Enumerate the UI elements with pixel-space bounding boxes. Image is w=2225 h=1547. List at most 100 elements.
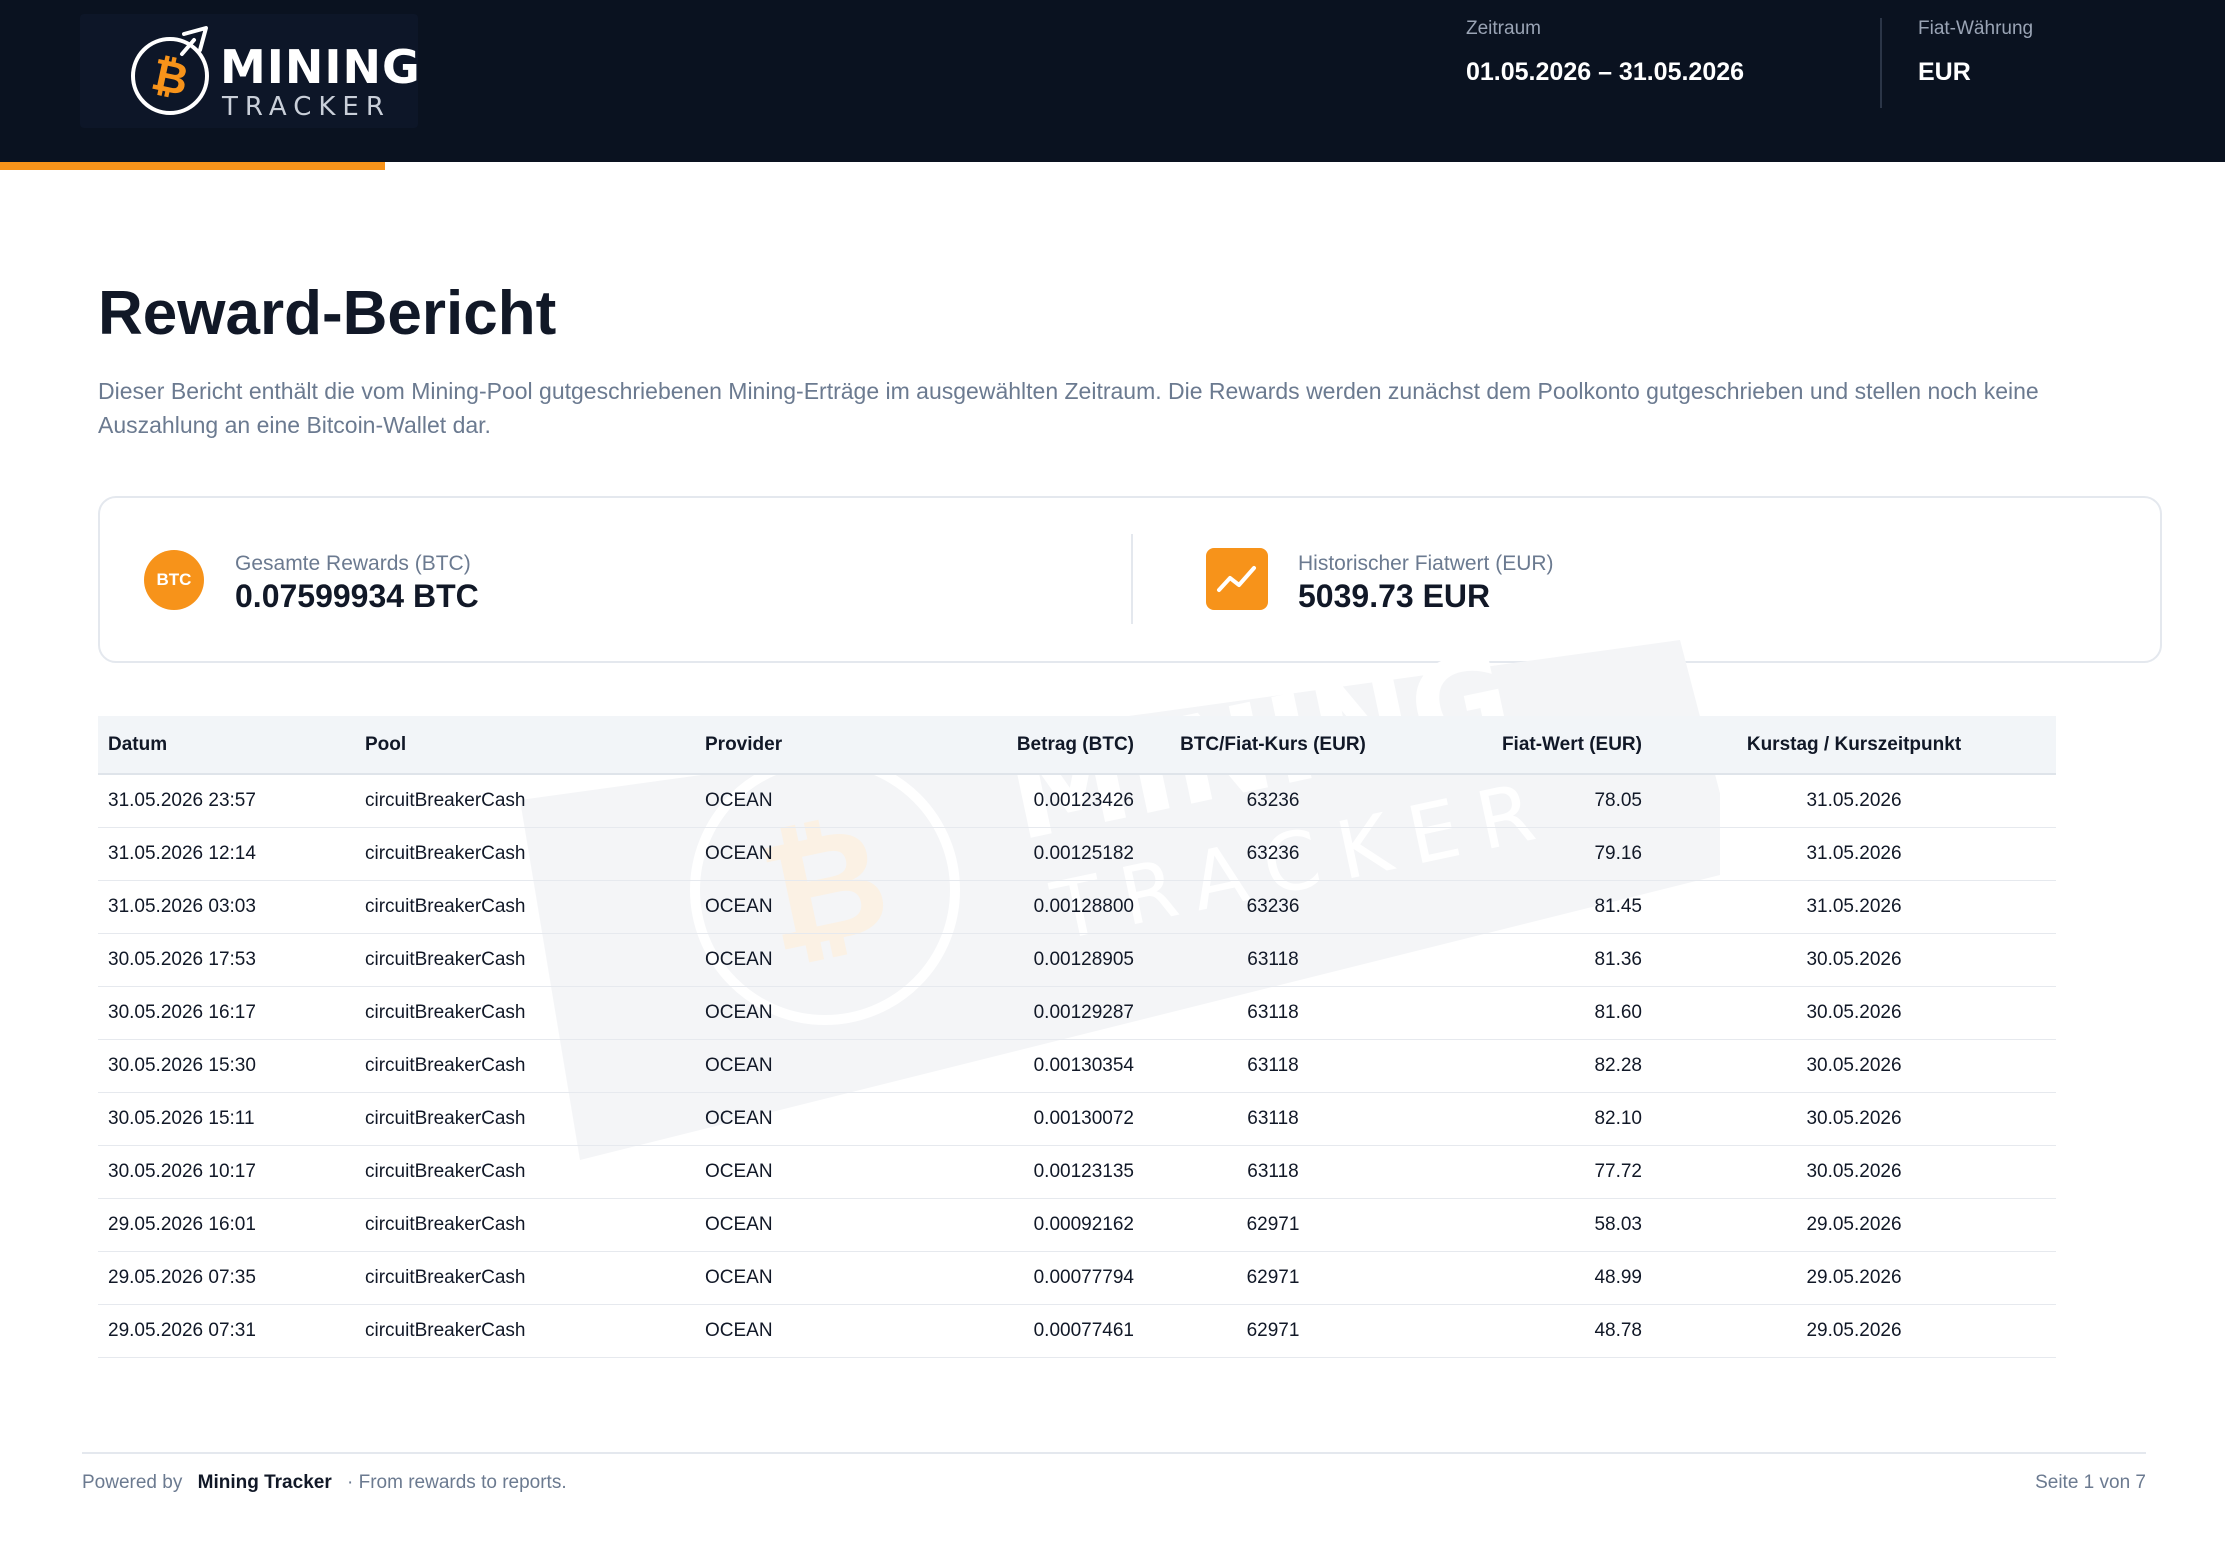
cell-rate: 63236 [1144,880,1402,934]
footer-divider [82,1452,2146,1454]
cell-rate: 63236 [1144,827,1402,881]
cell-provider: OCEAN [695,1304,938,1358]
btc-icon: BTC [144,550,204,610]
total-rewards-value: 0.07599934 BTC [235,578,479,614]
cell-fiat-value: 77.72 [1402,1145,1652,1199]
cell-pool: circuitBreakerCash [355,1092,695,1146]
cell-rate: 63118 [1144,986,1402,1040]
cell-pool: circuitBreakerCash [355,774,695,828]
cell-provider: OCEAN [695,986,938,1040]
cell-amount: 0.00092162 [938,1198,1144,1252]
cell-rate-date: 30.05.2026 [1652,1039,2056,1093]
table-row: 31.05.2026 23:57 circuitBreakerCash OCEAN 0… [98,774,2056,828]
cell-amount: 0.00130354 [938,1039,1144,1093]
trend-chart-icon [1206,548,1268,610]
page-title: Reward-Bericht [98,279,557,348]
cell-date: 30.05.2026 17:53 [98,933,355,987]
rewards-table: Datum Pool Provider Betrag (BTC) BTC/Fia… [98,716,2056,1358]
cell-pool: circuitBreakerCash [355,986,695,1040]
cell-rate-date: 31.05.2026 [1652,827,2056,881]
table-row: 29.05.2026 16:01 circuitBreakerCash OCEAN 0… [98,1198,2056,1252]
footer-powered-by: Powered by [82,1472,183,1493]
cell-amount: 0.00123135 [938,1145,1144,1199]
table-row: 30.05.2026 17:53 circuitBreakerCash OCEAN 0… [98,933,2056,987]
table-row: 29.05.2026 07:35 circuitBreakerCash OCEAN 0… [98,1251,2056,1305]
cell-pool: circuitBreakerCash [355,1198,695,1252]
cell-date: 30.05.2026 15:30 [98,1039,355,1093]
cell-fiat-value: 81.45 [1402,880,1652,934]
cell-pool: circuitBreakerCash [355,827,695,881]
cell-fiat-value: 81.36 [1402,933,1652,987]
table-row: 30.05.2026 15:11 circuitBreakerCash OCEAN 0… [98,1092,2056,1146]
cell-rate: 62971 [1144,1304,1402,1358]
cell-amount: 0.00128905 [938,933,1144,987]
cell-pool: circuitBreakerCash [355,1039,695,1093]
cell-amount: 0.00077794 [938,1251,1144,1305]
cell-date: 30.05.2026 15:11 [98,1092,355,1146]
cell-fiat-value: 79.16 [1402,827,1652,881]
column-header-pool[interactable]: Pool [355,716,695,775]
total-rewards-label: Gesamte Rewards (BTC) [235,552,471,575]
cell-amount: 0.00128800 [938,880,1144,934]
cell-date: 31.05.2026 23:57 [98,774,355,828]
period-value: 01.05.2026 – 31.05.2026 [1466,58,1745,86]
cell-fiat-value: 82.28 [1402,1039,1652,1093]
cell-rate-date: 30.05.2026 [1652,933,2056,987]
cell-rate: 63118 [1144,1092,1402,1146]
fiat-value-label: Historischer Fiatwert (EUR) [1298,552,1554,575]
cell-rate-date: 29.05.2026 [1652,1198,2056,1252]
table-row: 31.05.2026 12:14 circuitBreakerCash OCEAN 0… [98,827,2056,881]
footer-tagline: · From rewards to reports. [347,1472,567,1493]
footer-brand: Mining Tracker [197,1472,332,1493]
cell-provider: OCEAN [695,933,938,987]
currency-label: Fiat-Währung [1918,18,2034,39]
cell-rate-date: 31.05.2026 [1652,774,2056,828]
cell-amount: 0.00129287 [938,986,1144,1040]
currency-value: EUR [1918,58,1971,86]
cell-pool: circuitBreakerCash [355,933,695,987]
cell-provider: OCEAN [695,1251,938,1305]
report-header: ₿ MINING TRACKER Zeitraum 01.05.2026 – 3… [0,0,2225,162]
report-description: Dieser Bericht enthält die vom Mining-Po… [98,378,2039,438]
svg-text:₿: ₿ [147,49,193,106]
cell-provider: OCEAN [695,774,938,828]
column-header-fiat-value[interactable]: Fiat-Wert (EUR) [1402,716,1652,775]
cell-fiat-value: 82.10 [1402,1092,1652,1146]
cell-amount: 0.00077461 [938,1304,1144,1358]
cell-rate-date: 30.05.2026 [1652,1092,2056,1146]
cell-rate: 62971 [1144,1251,1402,1305]
summary-divider [1131,534,1133,624]
cell-provider: OCEAN [695,827,938,881]
cell-rate-date: 30.05.2026 [1652,1145,2056,1199]
cell-fiat-value: 81.60 [1402,986,1652,1040]
table-header-row: Datum Pool Provider Betrag (BTC) BTC/Fia… [98,716,2056,775]
cell-provider: OCEAN [695,1092,938,1146]
cell-fiat-value: 48.78 [1402,1304,1652,1358]
cell-fiat-value: 48.99 [1402,1251,1652,1305]
header-accent-bar [0,162,385,170]
cell-date: 29.05.2026 07:35 [98,1251,355,1305]
cell-date: 29.05.2026 16:01 [98,1198,355,1252]
table-row: 30.05.2026 15:30 circuitBreakerCash OCEAN 0… [98,1039,2056,1093]
cell-pool: circuitBreakerCash [355,880,695,934]
footer: Powered by Mining Tracker · From rewards… [82,1472,567,1494]
cell-date: 30.05.2026 16:17 [98,986,355,1040]
cell-rate-date: 30.05.2026 [1652,986,2056,1040]
column-header-rate-date[interactable]: Kurstag / Kurszeitpunkt [1652,716,2056,775]
cell-pool: circuitBreakerCash [355,1251,695,1305]
table-row: 31.05.2026 03:03 circuitBreakerCash OCEAN 0… [98,880,2056,934]
table-row: 30.05.2026 10:17 circuitBreakerCash OCEAN 0… [98,1145,2056,1199]
cell-fiat-value: 78.05 [1402,774,1652,828]
column-header-provider[interactable]: Provider [695,716,938,775]
column-header-date[interactable]: Datum [98,716,355,775]
cell-date: 29.05.2026 07:31 [98,1304,355,1358]
column-header-amount[interactable]: Betrag (BTC) [938,716,1144,775]
cell-rate: 63118 [1144,933,1402,987]
cell-amount: 0.00130072 [938,1092,1144,1146]
period-label: Zeitraum [1466,18,1541,39]
table-row: 30.05.2026 16:17 circuitBreakerCash OCEAN 0… [98,986,2056,1040]
column-header-rate[interactable]: BTC/Fiat-Kurs (EUR) [1144,716,1402,775]
cell-amount: 0.00125182 [938,827,1144,881]
cell-provider: OCEAN [695,1145,938,1199]
header-divider [1880,18,1882,108]
